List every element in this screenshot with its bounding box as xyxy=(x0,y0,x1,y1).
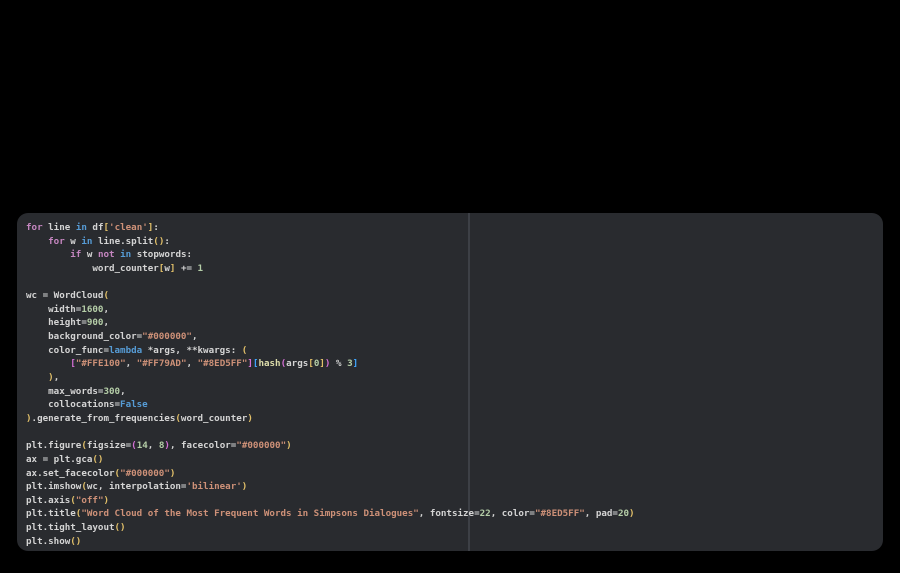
code-line: plt.show() xyxy=(26,535,82,547)
screen-background: for line in df['clean']: for w in line.s… xyxy=(0,0,900,573)
code-line: width=1600, xyxy=(26,303,110,315)
code-line: wc = WordCloud( xyxy=(26,290,109,302)
code-line: max_words=300, xyxy=(26,385,126,397)
code-line: plt.tight_layout() xyxy=(26,522,126,534)
code-editor-panel[interactable]: for line in df['clean']: for w in line.s… xyxy=(17,213,883,551)
code-line: plt.title("Word Cloud of the Most Freque… xyxy=(26,508,635,520)
code-line: collocations=False xyxy=(26,399,148,411)
code-line: background_color="#000000", xyxy=(26,331,198,343)
code-line: height=900, xyxy=(26,317,110,329)
code-line: word_counter[w] += 1 xyxy=(26,262,204,274)
code-line: plt.imshow(wc, interpolation='bilinear') xyxy=(26,481,248,493)
code-line: for line in df['clean']: xyxy=(26,222,159,233)
code-line: color_func=lambda *args, **kwargs: ( xyxy=(26,344,248,356)
code-line: ["#FFE100", "#FF79AD", "#8ED5FF"][hash(a… xyxy=(70,358,359,370)
code-line: if w not in stopwords: xyxy=(70,249,193,261)
code-area[interactable]: for line in df['clean']: for w in line.s… xyxy=(26,221,879,548)
code-line: ax = plt.gca() xyxy=(26,453,104,465)
code-line: ), xyxy=(48,372,60,384)
code-line: ).generate_from_frequencies(word_counter… xyxy=(26,412,253,424)
code-line: ax.set_facecolor("#000000") xyxy=(26,467,176,479)
code-line: plt.figure(figsize=(14, 8), facecolor="#… xyxy=(26,440,292,452)
code-line: plt.axis("off") xyxy=(26,494,110,506)
code-line: for w in line.split(): xyxy=(48,235,170,247)
